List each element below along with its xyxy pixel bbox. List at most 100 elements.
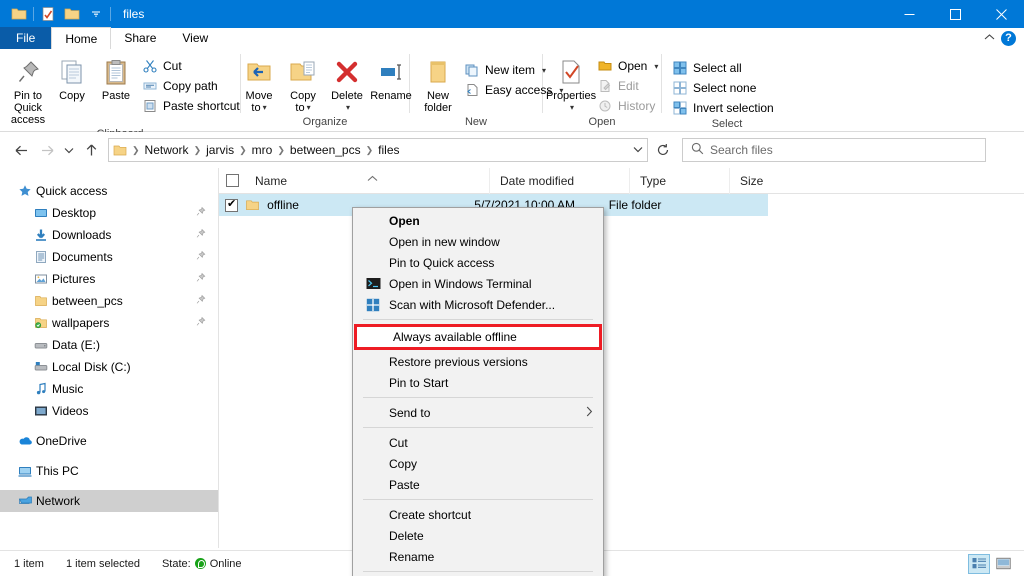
history-button[interactable]: History [593, 96, 662, 116]
chevron-down-icon[interactable]: ▾ [307, 102, 311, 114]
context-menu-item-always-available-offline[interactable]: Always available offline [354, 324, 602, 350]
move-to-button[interactable]: Move to ▾ [237, 54, 281, 116]
new-folder-icon[interactable] [60, 2, 84, 26]
sidebar-item-data-e[interactable]: Data (E:) [0, 334, 218, 356]
breadcrumb-separator[interactable]: ❯ [193, 145, 203, 156]
maximize-button[interactable] [932, 0, 978, 28]
sidebar-item-onedrive[interactable]: OneDrive [0, 430, 218, 452]
select-all-checkbox[interactable] [219, 174, 245, 187]
cut-button[interactable]: Cut [138, 56, 244, 76]
chevron-down-icon[interactable]: ▾ [263, 102, 267, 114]
context-menu-item-paste[interactable]: Paste [353, 474, 603, 495]
pin-icon[interactable] [195, 316, 206, 330]
sidebar-item-network[interactable]: Network [0, 490, 218, 512]
context-menu-item-pin-to-start[interactable]: Pin to Start [353, 372, 603, 393]
select-all-button[interactable]: Select all [668, 58, 778, 78]
sidebar-item-local-disk-c[interactable]: Local Disk (C:) [0, 356, 218, 378]
chevron-up-icon[interactable] [984, 32, 995, 44]
context-menu-item-send-to[interactable]: Send to [353, 402, 603, 423]
breadcrumb-separator[interactable]: ❯ [276, 145, 286, 156]
context-menu-item-rename[interactable]: Rename [353, 546, 603, 567]
column-header-type[interactable]: Type [629, 167, 729, 194]
breadcrumb-item-mro[interactable]: mro [248, 143, 277, 157]
column-header-date-modified[interactable]: Date modified [489, 167, 629, 194]
new-folder-button[interactable]: New folder [416, 54, 460, 116]
sidebar-item-documents[interactable]: Documents [0, 246, 218, 268]
context-menu-item-create-shortcut[interactable]: Create shortcut [353, 504, 603, 525]
checkbox[interactable] [225, 174, 239, 187]
breadcrumb-item-jarvis[interactable]: jarvis [202, 143, 238, 157]
breadcrumb-separator[interactable]: ❯ [238, 145, 248, 156]
copy-to-button[interactable]: Copy to ▾ [281, 54, 325, 116]
chevron-down-icon[interactable]: ▾ [346, 102, 350, 114]
context-menu-item-restore-previous-versions[interactable]: Restore previous versions [353, 351, 603, 372]
context-menu-item-scan-with-microsoft-defender[interactable]: Scan with Microsoft Defender... [353, 294, 603, 315]
folder-icon[interactable] [7, 2, 31, 26]
open-button[interactable]: Open ▾ [593, 56, 662, 76]
pin-icon[interactable] [195, 294, 206, 308]
up-arrow-icon[interactable] [78, 137, 104, 163]
breadcrumb[interactable]: ❯ Network ❯ jarvis ❯ mro ❯ between_pcs ❯… [108, 138, 648, 162]
chevron-down-icon[interactable] [629, 145, 647, 155]
tab-view[interactable]: View [169, 27, 221, 49]
paste-shortcut-button[interactable]: Paste shortcut [138, 96, 244, 116]
close-button[interactable] [978, 0, 1024, 28]
pin-icon[interactable] [195, 206, 206, 220]
sidebar-item-music[interactable]: Music [0, 378, 218, 400]
breadcrumb-item-between-pcs[interactable]: between_pcs [286, 143, 365, 157]
checkbox[interactable] [224, 197, 238, 212]
delete-button[interactable]: Delete ▾ [325, 54, 369, 116]
sidebar-item-this-pc[interactable]: This PC [0, 460, 218, 482]
recent-locations-icon[interactable] [60, 137, 78, 163]
new-item-icon [464, 62, 480, 78]
tab-home[interactable]: Home [51, 27, 112, 49]
properties-button[interactable]: Properties ▾ [546, 54, 596, 116]
context-menu-item-cut[interactable]: Cut [353, 432, 603, 453]
back-arrow-icon[interactable] [8, 137, 34, 163]
refresh-icon[interactable] [650, 138, 676, 162]
sidebar-item-pictures[interactable]: Pictures [0, 268, 218, 290]
search-input[interactable]: Search files [682, 138, 986, 162]
sidebar-item-desktop[interactable]: Desktop [0, 202, 218, 224]
sidebar-item-downloads[interactable]: Downloads [0, 224, 218, 246]
pin-icon[interactable] [195, 272, 206, 286]
paste-button[interactable]: Paste [94, 54, 138, 104]
sidebar-item-videos[interactable]: Videos [0, 400, 218, 422]
context-menu-item-copy[interactable]: Copy [353, 453, 603, 474]
invert-selection-button[interactable]: Invert selection [668, 98, 778, 118]
chevron-down-icon[interactable]: ▾ [570, 102, 574, 114]
breadcrumb-separator[interactable]: ❯ [365, 145, 375, 156]
pin-icon[interactable] [195, 228, 206, 242]
forward-arrow-icon[interactable] [34, 137, 60, 163]
breadcrumb-item-network[interactable]: Network [141, 143, 193, 157]
pin-to-quick-access-button[interactable]: Pin to Quick access [6, 54, 50, 128]
rename-button[interactable]: Rename [369, 54, 413, 104]
breadcrumb-item-files[interactable]: files [374, 143, 403, 157]
details-view-button[interactable] [968, 553, 990, 574]
select-none-button[interactable]: Select none [668, 78, 778, 98]
context-menu-item-open-in-windows-terminal[interactable]: Open in Windows Terminal [353, 273, 603, 294]
chevron-down-icon[interactable]: ▾ [654, 62, 658, 71]
folder-sync-icon [30, 316, 52, 330]
properties-icon[interactable] [36, 2, 60, 26]
tab-share[interactable]: Share [111, 27, 169, 49]
minimize-button[interactable] [886, 0, 932, 28]
column-header-size[interactable]: Size [729, 167, 805, 194]
tab-file[interactable]: File [0, 27, 52, 49]
copy-button[interactable]: Copy [50, 54, 94, 104]
context-menu-item-delete[interactable]: Delete [353, 525, 603, 546]
row-checkbox[interactable] [219, 197, 244, 212]
context-menu-item-open[interactable]: Open [353, 210, 603, 231]
context-menu-item-pin-to-quick-access[interactable]: Pin to Quick access [353, 252, 603, 273]
copy-path-button[interactable]: Copy path [138, 76, 244, 96]
edit-button[interactable]: Edit [593, 76, 662, 96]
sidebar-item-between-pcs[interactable]: between_pcs [0, 290, 218, 312]
context-menu-item-open-in-new-window[interactable]: Open in new window [353, 231, 603, 252]
column-header-name[interactable]: Name [245, 168, 489, 194]
pin-icon[interactable] [195, 250, 206, 264]
sidebar-item-wallpapers[interactable]: wallpapers [0, 312, 218, 334]
help-icon[interactable]: ? [1001, 30, 1016, 46]
large-icons-view-button[interactable] [992, 554, 1014, 574]
chevron-down-icon[interactable] [84, 2, 108, 26]
sidebar-item-quick-access[interactable]: Quick access [0, 180, 218, 202]
